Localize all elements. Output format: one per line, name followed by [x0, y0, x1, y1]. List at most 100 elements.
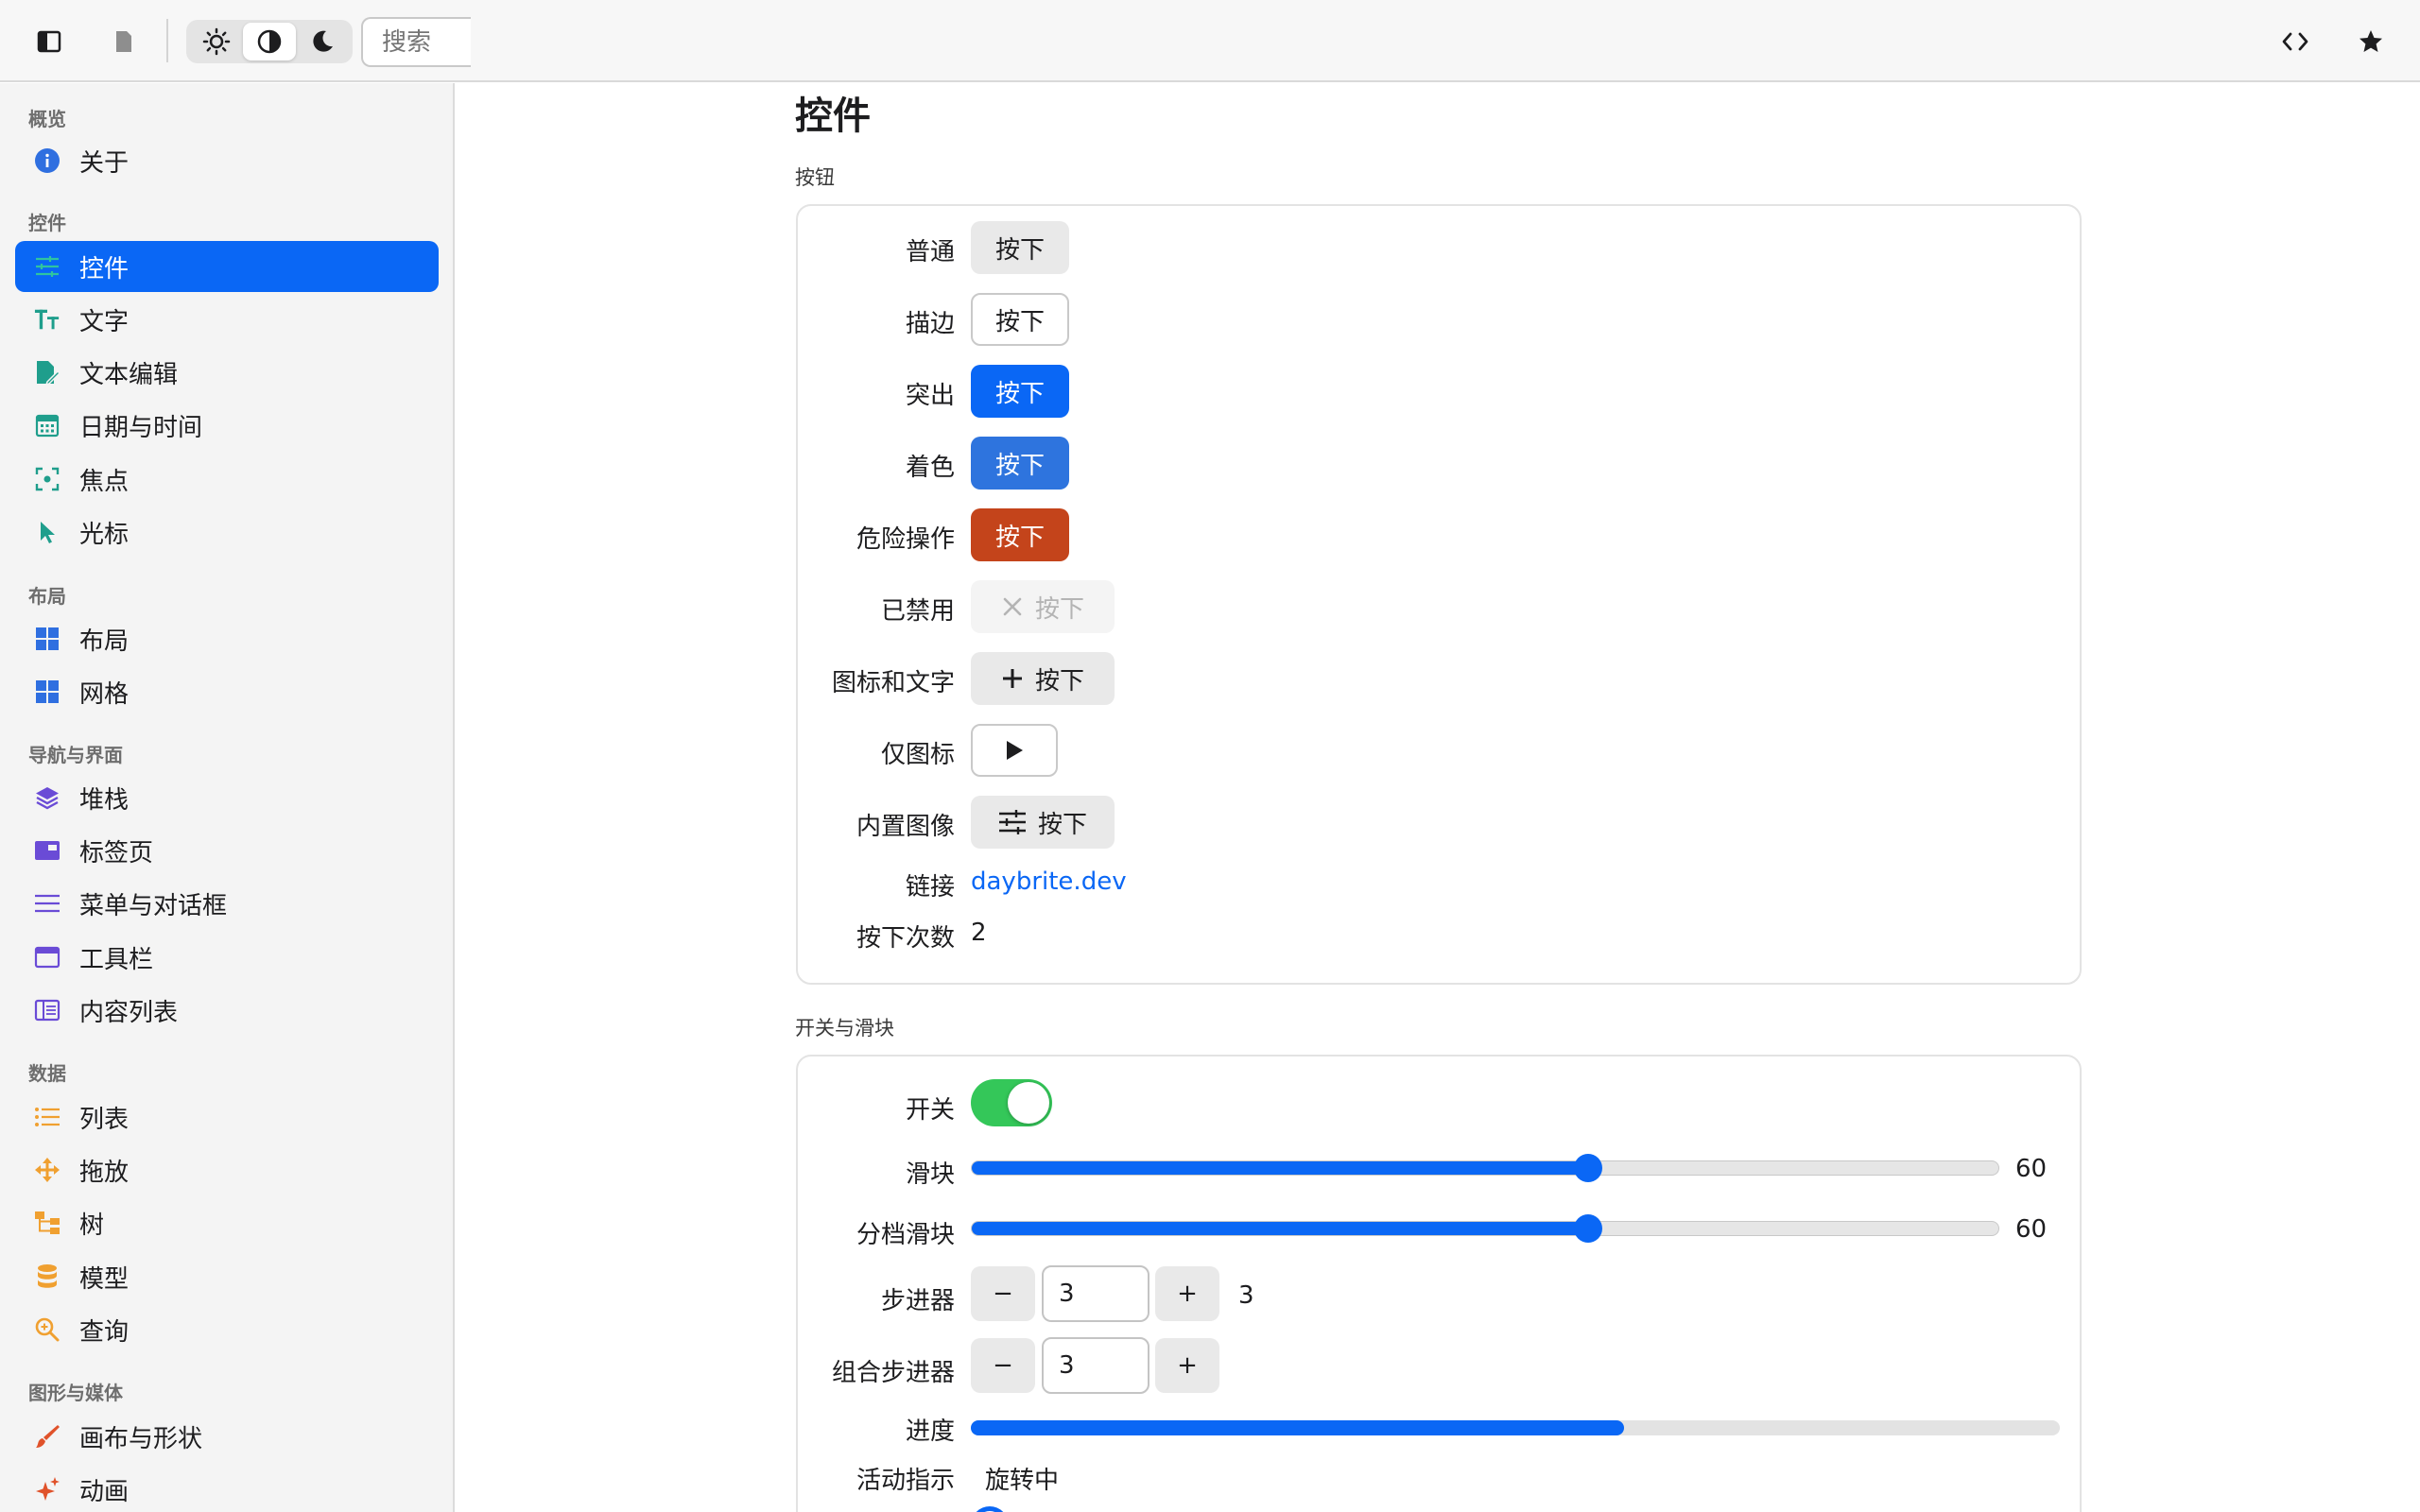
- sidebar-item-model[interactable]: 模型: [15, 1251, 439, 1302]
- slider-thumb[interactable]: [1573, 1214, 1602, 1243]
- search-input[interactable]: [361, 17, 471, 67]
- calendar-icon: [34, 412, 60, 438]
- sidebar-item-menus-dialogs[interactable]: 菜单与对话框: [15, 878, 439, 929]
- tree-icon: [34, 1210, 60, 1236]
- button-label: 按下: [994, 523, 1045, 552]
- sidebar-item-text-editing[interactable]: 文本编辑: [15, 347, 439, 398]
- row-label-combo-stepper: 组合步进器: [831, 1359, 955, 1387]
- plus-label: +: [1177, 1351, 1198, 1380]
- play-icon: [1007, 741, 1023, 760]
- toggle-switch[interactable]: [971, 1079, 1052, 1126]
- play-button[interactable]: [971, 724, 1058, 777]
- sidebar-item-toolbar[interactable]: 工具栏: [15, 932, 439, 983]
- sidebar-item-stack[interactable]: 堆栈: [15, 772, 439, 823]
- stepper-input[interactable]: [1042, 1265, 1150, 1322]
- sidebar-item-label: 拖放: [79, 1158, 130, 1187]
- window-toolbar-icon: [34, 944, 60, 971]
- sidebar-item-date-time[interactable]: 日期与时间: [15, 400, 439, 451]
- sidebar-item-animation[interactable]: 动画: [15, 1464, 439, 1512]
- sidebar-item-tabs[interactable]: 标签页: [15, 825, 439, 876]
- button-label: 按下: [1037, 810, 1087, 839]
- outline-button[interactable]: 按下: [971, 293, 1069, 346]
- stepped-slider[interactable]: [971, 1214, 1999, 1243]
- sidebar-section-graphics: 图形与媒体: [28, 1382, 123, 1404]
- sidebar-item-cursor[interactable]: 光标: [15, 507, 439, 558]
- sidebar-item-content-list[interactable]: 内容列表: [15, 985, 439, 1036]
- info-circle-icon: [34, 147, 60, 174]
- row-label-outline: 描边: [905, 310, 955, 338]
- row-label-link: 链接: [905, 873, 955, 902]
- sidebar-item-label: 光标: [79, 520, 130, 549]
- value-slider[interactable]: [971, 1154, 1999, 1182]
- stack-layers-icon: [34, 784, 60, 811]
- stepper-decrement-button[interactable]: −: [971, 1266, 1035, 1321]
- sidebar-item-about[interactable]: 关于: [15, 135, 439, 186]
- slider-thumb[interactable]: [1573, 1154, 1602, 1182]
- sidebar-item-canvas-shapes[interactable]: 画布与形状: [15, 1411, 439, 1462]
- sliders-icon: [34, 253, 60, 280]
- sidebar-item-text[interactable]: 文字: [15, 294, 439, 345]
- row-label-stepped-slider: 分档滑块: [856, 1221, 955, 1249]
- add-icon-text-button[interactable]: 按下: [971, 652, 1115, 705]
- sidebar-item-query[interactable]: 查询: [15, 1304, 439, 1355]
- sidebar-item-label: 文本编辑: [79, 360, 179, 389]
- theme-dark-option[interactable]: [296, 23, 349, 60]
- sidebar-item-drag-drop[interactable]: 拖放: [15, 1144, 439, 1195]
- sidebar-item-controls[interactable]: 控件: [15, 241, 439, 292]
- new-document-button[interactable]: [107, 25, 141, 59]
- page-title: 控件: [795, 94, 871, 138]
- minus-label: −: [993, 1280, 1013, 1308]
- button-label: 按下: [994, 451, 1045, 480]
- sidebar-item-label: 内容列表: [79, 998, 179, 1027]
- sidebar-item-label: 模型: [79, 1264, 130, 1294]
- sidebar-toggle-button[interactable]: [32, 25, 66, 59]
- sidebar-item-label: 标签页: [79, 838, 154, 868]
- sidebar: 概览 关于 控件 控件 文字 文本编辑 日期与时间 焦点 光标 布局 布局 网格…: [0, 83, 455, 1512]
- sidebar-section-data: 数据: [28, 1062, 66, 1085]
- sidebar-section-controls: 控件: [28, 212, 66, 234]
- paintbrush-icon: [34, 1423, 60, 1450]
- progress-bar: [971, 1420, 2060, 1435]
- layout-grid-icon: [34, 626, 60, 652]
- daybrite-link[interactable]: daybrite.dev: [971, 868, 1127, 896]
- sidebar-item-tree[interactable]: 树: [15, 1197, 439, 1248]
- prominent-button[interactable]: 按下: [971, 365, 1069, 418]
- theme-auto-option[interactable]: [243, 23, 296, 60]
- sidebar-item-label: 控件: [79, 254, 130, 284]
- sidebar-item-label: 菜单与对话框: [79, 891, 228, 920]
- combo-stepper-input[interactable]: [1042, 1337, 1150, 1394]
- plain-button[interactable]: 按下: [971, 221, 1069, 274]
- favorite-button[interactable]: [2354, 25, 2388, 59]
- star-icon: [2360, 30, 2382, 52]
- sidebar-section-navigation: 导航与界面: [28, 744, 123, 766]
- stepped-slider-value: 60: [2015, 1215, 2048, 1244]
- sidebar-item-grid[interactable]: 网格: [15, 666, 439, 717]
- toolbar-separator: [166, 19, 168, 62]
- sidebar-item-layout[interactable]: 布局: [15, 613, 439, 664]
- toggle-knob: [1008, 1082, 1049, 1124]
- sliders-image-button[interactable]: 按下: [971, 796, 1115, 849]
- tinted-button[interactable]: 按下: [971, 437, 1069, 490]
- plus-icon: [1002, 669, 1022, 688]
- view-source-button[interactable]: [2278, 25, 2312, 59]
- combo-stepper-increment-button[interactable]: +: [1155, 1338, 1219, 1393]
- sidebar-item-focus[interactable]: 焦点: [15, 454, 439, 505]
- stepper-increment-button[interactable]: +: [1155, 1266, 1219, 1321]
- row-label-activity: 活动指示: [856, 1467, 955, 1495]
- close-x-icon: [1003, 597, 1022, 616]
- danger-button[interactable]: 按下: [971, 508, 1069, 561]
- document-icon: [116, 31, 131, 52]
- sidebar-item-label: 工具栏: [79, 945, 154, 974]
- row-label-icon-only: 仅图标: [880, 741, 955, 769]
- button-label: 按下: [1034, 594, 1084, 624]
- sidebar-item-list[interactable]: 列表: [15, 1091, 439, 1143]
- row-label-press-count: 按下次数: [856, 924, 955, 953]
- columns-icon: [34, 997, 60, 1023]
- row-label-tinted: 着色: [905, 454, 955, 482]
- switches-sliders-card: 开关 滑块 60 分档滑块 60 步进器 − + 3 组合步进器 − + 进度 …: [796, 1055, 2082, 1512]
- move-arrows-icon: [34, 1157, 60, 1183]
- sidebar-section-overview: 概览: [28, 108, 66, 130]
- theme-light-option[interactable]: [190, 23, 243, 60]
- combo-stepper-decrement-button[interactable]: −: [971, 1338, 1035, 1393]
- slider-value: 60: [2015, 1155, 2048, 1183]
